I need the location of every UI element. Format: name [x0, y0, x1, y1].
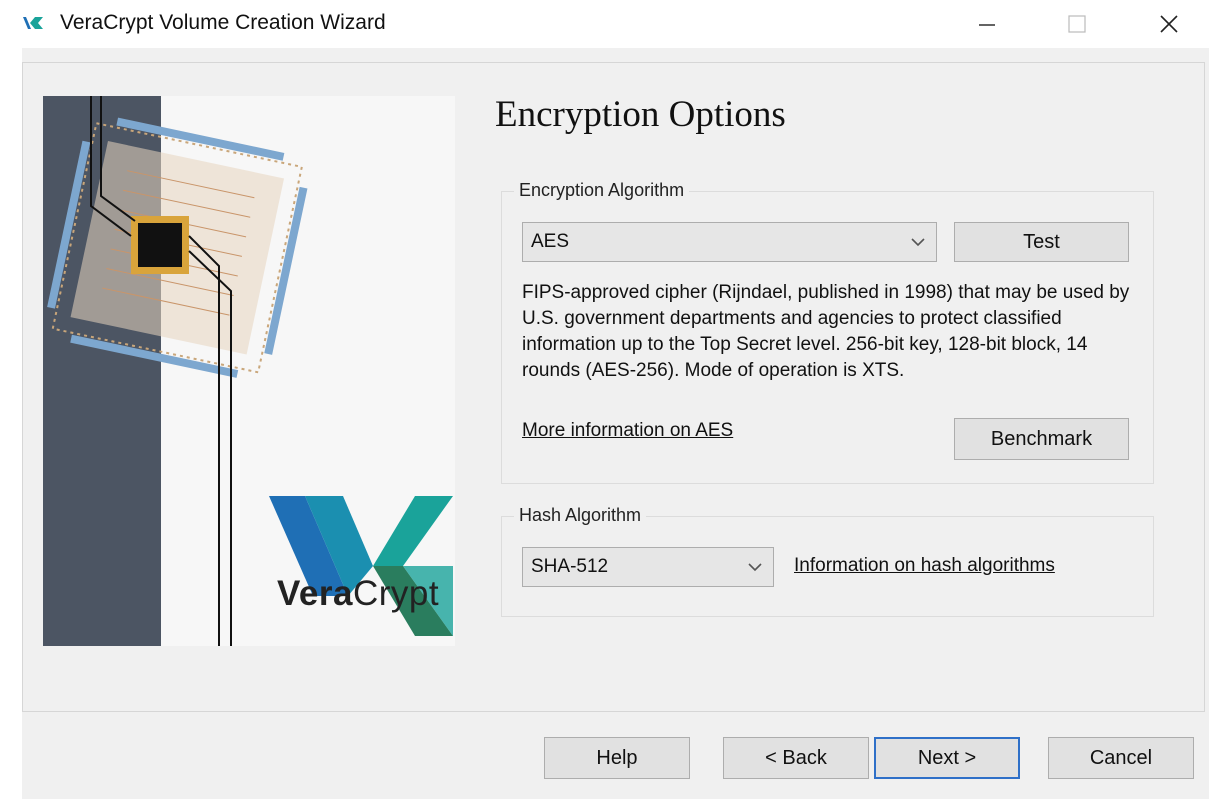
chevron-down-icon	[911, 238, 925, 247]
circuit-chip-illustration	[43, 96, 453, 646]
algorithm-description: FIPS-approved cipher (Rijndael, publishe…	[522, 282, 1130, 381]
encryption-algorithm-group: Encryption Algorithm AES Test FIPS-appro…	[501, 180, 1154, 484]
next-button[interactable]: Next >	[874, 737, 1020, 779]
cancel-button[interactable]: Cancel	[1048, 737, 1194, 779]
test-button[interactable]: Test	[954, 222, 1129, 262]
veracrypt-logo-text: VeraCrypt	[277, 574, 440, 613]
close-button[interactable]	[1146, 4, 1192, 44]
content-panel: VeraCrypt Encryption Options Encryption …	[22, 62, 1205, 712]
back-button[interactable]: < Back	[723, 737, 869, 779]
encryption-algorithm-value: AES	[531, 231, 570, 252]
encryption-algorithm-label: Encryption Algorithm	[514, 180, 690, 201]
help-button[interactable]: Help	[544, 737, 690, 779]
hash-algorithm-group: Hash Algorithm SHA-512 Information on ha…	[501, 505, 1154, 617]
minimize-icon	[979, 24, 995, 26]
hash-info-link[interactable]: Information on hash algorithms	[794, 555, 1055, 577]
hash-algorithm-select[interactable]: SHA-512	[522, 547, 774, 587]
close-icon	[1160, 15, 1178, 33]
benchmark-button[interactable]: Benchmark	[954, 418, 1129, 460]
wizard-client-area: VeraCrypt Encryption Options Encryption …	[22, 48, 1209, 799]
hash-algorithm-value: SHA-512	[531, 556, 609, 577]
maximize-icon	[1068, 15, 1086, 33]
veracrypt-app-icon	[23, 17, 43, 29]
page-title: Encryption Options	[495, 94, 786, 135]
maximize-button[interactable]	[1054, 4, 1100, 44]
window-title: VeraCrypt Volume Creation Wizard	[60, 11, 386, 34]
minimize-button[interactable]	[964, 4, 1010, 44]
encryption-algorithm-select[interactable]: AES	[522, 222, 937, 262]
chevron-down-icon	[748, 563, 762, 572]
veracrypt-side-image: VeraCrypt	[43, 96, 455, 646]
more-info-aes-link[interactable]: More information on AES	[522, 420, 733, 442]
hash-algorithm-label: Hash Algorithm	[514, 505, 647, 526]
title-bar: VeraCrypt Volume Creation Wizard	[0, 0, 1209, 48]
